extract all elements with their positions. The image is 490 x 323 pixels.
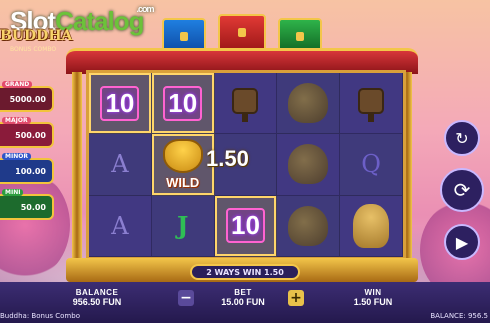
autoplay-button[interactable]: ▶ [444, 224, 480, 260]
win-amount-overlay: 1.50 [206, 146, 249, 171]
jackpot-label: MINI [2, 189, 24, 196]
game-logo: BUDDHA [0, 28, 73, 44]
ways-win-banner: 2 WAYS WIN 1.50 [190, 264, 300, 280]
q-symbol: Q [361, 150, 381, 179]
game-logo-subtitle: BONUS COMBO [10, 46, 57, 53]
wild-label: WILD [166, 174, 200, 190]
jackpot-value: 50.00 [20, 202, 46, 212]
ten-symbol: 10 [100, 85, 140, 121]
jackpot-label: MINOR [2, 153, 31, 160]
reel-cell: Q [340, 134, 403, 196]
jackpot-value: 500.00 [15, 130, 46, 140]
balance-value: 956.50 FUN [72, 297, 122, 307]
reel-cell [340, 195, 403, 257]
reel-cell [340, 73, 403, 135]
game-name-footer: Buddha: Bonus Combo [0, 312, 80, 320]
win-value: 1.50 FUN [353, 297, 393, 307]
jackpot-grand: GRAND 5000.00 [0, 81, 54, 112]
reel-cell [214, 73, 278, 135]
jackpot-major: MAJOR 500.00 [0, 117, 54, 148]
spin-button[interactable]: ⟳ [440, 168, 484, 212]
balance-display: BALANCE 956.50 FUN [62, 288, 132, 307]
reel-cell: 10 [151, 73, 215, 135]
watermark-com: .com [136, 4, 154, 14]
lantern-icon [358, 84, 385, 123]
left-pillar [72, 72, 82, 266]
win-display: WIN 1.50 FUN [338, 288, 408, 307]
jackpot-minor: MINOR 100.00 [0, 153, 54, 184]
reel-cell: 10 [214, 195, 278, 257]
buddha-icon [353, 203, 390, 248]
a-symbol: A [111, 211, 129, 240]
bet-value: 15.00 FUN [221, 297, 265, 307]
blue-chest-icon [162, 18, 206, 52]
balance-footer: BALANCE: 956.5 [430, 312, 488, 320]
reel-cell: J [151, 195, 215, 257]
reel-cell [277, 134, 341, 196]
wild-symbol: WILD [162, 138, 203, 190]
gold-pot-icon [162, 138, 203, 173]
bet-label: BET [234, 288, 252, 297]
jackpot-label: MAJOR [2, 117, 31, 124]
ten-symbol: 10 [163, 85, 203, 121]
lantern-icon [232, 84, 259, 123]
green-chest-icon [278, 18, 322, 52]
a-symbol: A [111, 150, 129, 179]
jackpot-value: 5000.00 [9, 94, 46, 104]
reel-cell: A [89, 195, 152, 257]
jackpot-value: 100.00 [15, 166, 46, 176]
reel-cell [277, 73, 341, 135]
reel-cell [277, 195, 341, 257]
j-symbol: J [177, 211, 189, 241]
bonsai-tree-icon [288, 144, 329, 185]
bonsai-tree-icon [288, 83, 329, 124]
ten-symbol: 10 [226, 208, 265, 244]
balance-label: BALANCE [75, 288, 119, 297]
jackpot-panel: GRAND 5000.00 MAJOR 500.00 MINOR 100.00 MIN… [0, 81, 54, 230]
jackpot-label: GRAND [2, 81, 33, 88]
reel-frame: 10 10 A WILD Q A J 10 1.50 [66, 48, 418, 282]
refresh-icon[interactable]: ↻ [444, 120, 480, 156]
jackpot-mini: MINI 50.00 [0, 189, 54, 220]
bet-display: BET 15.00 FUN [208, 288, 278, 307]
win-label: WIN [364, 288, 382, 297]
side-controls: ↻ ⟳ ▶ [440, 120, 484, 272]
bonsai-tree-icon [288, 205, 329, 246]
bet-decrease-button[interactable]: − [178, 290, 194, 306]
bet-increase-button[interactable]: + [288, 290, 304, 306]
reel-cell: 10 [89, 73, 152, 135]
reel-cell: A [89, 134, 152, 196]
